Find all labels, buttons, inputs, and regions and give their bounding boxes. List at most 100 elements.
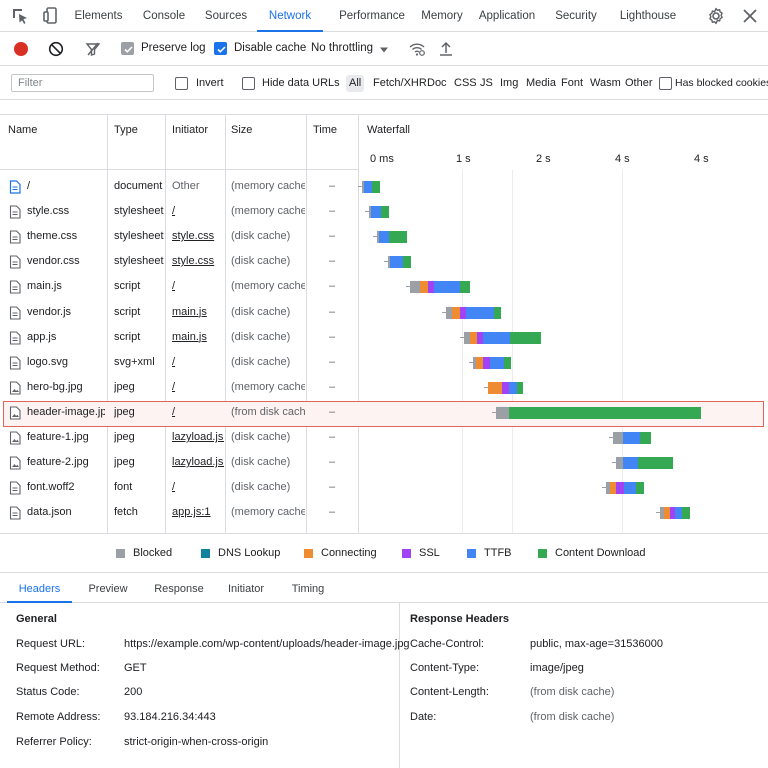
request-time[interactable]: – [329,199,349,224]
request-time[interactable]: – [329,375,349,400]
request-time[interactable]: – [329,274,349,299]
tab-application[interactable]: Application [476,0,538,32]
filter-type-media[interactable]: Media [523,75,559,92]
table-row[interactable]: feature-2.jpg jpeg lazyload.js:1 (disk cach… [0,450,358,475]
table-row[interactable]: main.js script / (memory cache) – [0,274,358,299]
table-row[interactable]: vendor.css stylesheet style.css (disk cache… [0,249,358,274]
filter-type-doc[interactable]: Doc [424,75,450,92]
tab-lighthouse[interactable]: Lighthouse [617,0,679,32]
filter-input[interactable] [11,74,154,92]
request-initiator[interactable]: main.js [172,300,224,325]
request-size[interactable]: (memory cache) [231,375,305,400]
request-initiator[interactable]: / [172,475,224,500]
tab-headers[interactable]: Headers [7,575,72,603]
request-initiator[interactable]: style.css [172,249,224,274]
table-row[interactable]: data.json fetch app.js:1 (memory cache) – [0,500,358,525]
inspect-element-icon[interactable] [10,6,30,26]
tab-preview[interactable]: Preview [82,575,134,603]
request-time[interactable]: – [329,500,349,525]
request-initiator[interactable]: Other [172,174,224,199]
table-row[interactable]: vendor.js script main.js (disk cache) – [0,300,358,325]
table-row[interactable]: feature-1.jpg jpeg lazyload.js:1 (disk cach… [0,425,358,450]
request-size[interactable]: (disk cache) [231,475,305,500]
request-time[interactable]: – [329,450,349,475]
hide-data-urls-checkbox[interactable] [242,77,255,90]
request-time[interactable]: – [329,249,349,274]
waterfall-bar[interactable] [442,306,502,319]
waterfall-bar[interactable] [406,281,470,294]
waterfall-bar[interactable] [469,356,511,369]
request-size[interactable]: (memory cache) [231,274,305,299]
filter-type-fetch-xhr[interactable]: Fetch/XHR [370,75,430,92]
close-icon[interactable] [740,6,760,26]
filter-type-other[interactable]: Other [622,75,656,92]
request-size[interactable]: (disk cache) [231,425,305,450]
table-row[interactable]: / document Other (memory cache) – [0,174,358,199]
chevron-down-icon[interactable] [379,46,389,54]
column-header-time[interactable]: Time [313,115,337,170]
preserve-log-checkbox[interactable] [121,42,134,55]
waterfall-bar[interactable] [484,381,524,394]
request-time[interactable]: – [329,174,349,199]
invert-checkbox[interactable] [175,77,188,90]
clear-icon[interactable] [48,41,64,57]
request-initiator[interactable]: lazyload.js:1 [172,450,224,475]
request-time[interactable]: – [329,425,349,450]
request-initiator[interactable]: / [172,274,224,299]
filter-type-font[interactable]: Font [558,75,586,92]
request-size[interactable]: (disk cache) [231,300,305,325]
request-size[interactable]: (disk cache) [231,249,305,274]
table-row[interactable]: font.woff2 font / (disk cache) – [0,475,358,500]
waterfall-bar[interactable] [609,432,652,444]
tab-performance[interactable]: Performance [333,0,411,32]
request-initiator[interactable]: lazyload.js:1 [172,425,224,450]
waterfall-bar[interactable] [612,457,673,470]
network-conditions-icon[interactable] [408,40,426,58]
waterfall-bar[interactable] [492,406,701,419]
tab-memory[interactable]: Memory [416,0,468,32]
waterfall-bar[interactable] [373,231,407,244]
tab-security[interactable]: Security [549,0,603,32]
column-header-initiator[interactable]: Initiator [172,115,208,170]
request-initiator[interactable]: / [172,199,224,224]
request-size[interactable]: (disk cache) [231,325,305,350]
device-toolbar-icon[interactable] [41,6,61,26]
request-time[interactable]: – [329,350,349,375]
request-size[interactable]: (memory cache) [231,174,305,199]
request-time[interactable]: – [329,325,349,350]
filter-funnel-icon[interactable] [85,41,101,57]
request-size[interactable]: (disk cache) [231,224,305,249]
filter-type-css[interactable]: CSS [451,75,480,92]
tab-elements[interactable]: Elements [70,0,127,32]
request-time[interactable]: – [329,224,349,249]
waterfall-bar[interactable] [384,256,412,269]
tab-initiator[interactable]: Initiator [222,575,270,603]
request-initiator[interactable]: app.js:1 [172,500,224,525]
waterfall-bar[interactable] [602,482,644,495]
request-size[interactable]: (memory cache) [231,199,305,224]
waterfall-bar[interactable] [365,206,389,219]
throttling-select[interactable]: No throttling [311,42,373,54]
tab-response[interactable]: Response [150,575,208,603]
waterfall-bar[interactable] [656,507,690,520]
filter-type-img[interactable]: Img [497,75,521,92]
disable-cache-checkbox[interactable] [214,42,227,55]
table-row[interactable]: theme.css stylesheet style.css (disk cache)… [0,224,358,249]
filter-type-wasm[interactable]: Wasm [587,75,624,92]
request-time[interactable]: – [329,300,349,325]
table-row[interactable]: header-image.jpg jpeg / (from disk cache)– [0,400,358,425]
column-header-type[interactable]: Type [114,115,138,170]
tab-console[interactable]: Console [137,0,191,32]
tab-timing[interactable]: Timing [286,575,330,603]
waterfall-bar[interactable] [460,331,541,344]
table-row[interactable]: style.css stylesheet / (memory cache) – [0,199,358,224]
request-initiator[interactable]: style.css [172,224,224,249]
request-size[interactable]: (memory cache) [231,500,305,525]
waterfall-bar[interactable] [358,181,380,193]
request-size[interactable]: (disk cache) [231,450,305,475]
table-row[interactable]: hero-bg.jpg jpeg / (memory cache) – [0,375,358,400]
column-header-size[interactable]: Size [231,115,252,170]
column-header-name[interactable]: Name [8,115,37,170]
table-row[interactable]: logo.svg svg+xml / (disk cache) – [0,350,358,375]
tab-network[interactable]: Network [257,0,323,32]
